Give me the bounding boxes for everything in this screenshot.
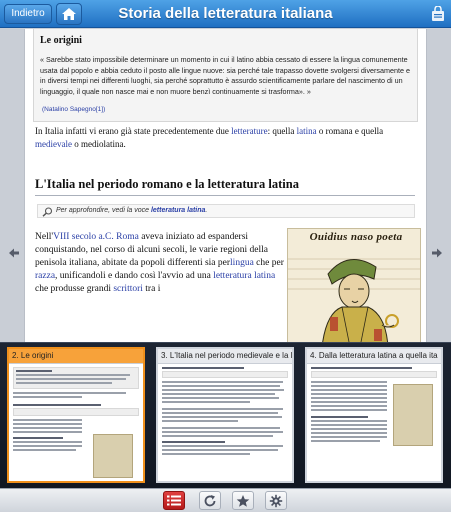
text-run: che produsse grandi: [35, 284, 114, 294]
thumbnail-preview: [158, 364, 292, 460]
quote-text: « Sarebbe stato impossibile determinare …: [40, 55, 410, 96]
text-run: o romana e quella: [316, 126, 384, 136]
text-run: In Italia infatti vi erano già state pre…: [35, 126, 232, 136]
settings-icon: [269, 494, 283, 508]
section-thumbnail-strip: 2. Le origini 3. L'Italia nel periodo me…: [0, 342, 451, 488]
next-page-arrow[interactable]: [431, 247, 443, 262]
quote-box: Le origini « Sarebbe stato impossibile d…: [33, 29, 418, 122]
text-run: Nell': [35, 232, 54, 242]
magnifier-icon: [42, 207, 53, 217]
see-also-prefix: Per approfondire, vedi la voce: [56, 207, 151, 214]
thumbnail-label: 3. L'Italia nel periodo medievale e la l…: [158, 349, 292, 364]
thumbnail-section-4[interactable]: 4. Dalla letteratura latina a quella ita: [305, 347, 443, 483]
ovid-portrait-icon: [288, 258, 420, 342]
text-run: , unificandoli e dando così l'avvio ad u…: [55, 271, 214, 281]
text-run: che per: [253, 258, 284, 268]
see-also-suffix: .: [205, 207, 208, 214]
section-heading: L'Italia nel periodo romano e la lettera…: [35, 177, 415, 196]
thumbnail-preview: [307, 364, 441, 447]
link-letteratura-latina-2[interactable]: letteratura latina: [213, 271, 275, 281]
link-medievale[interactable]: medievale: [35, 139, 72, 149]
paragraph-intro: In Italia infatti vi erano già state pre…: [35, 125, 415, 150]
refresh-button[interactable]: [199, 491, 221, 510]
link-roma[interactable]: Roma: [116, 232, 139, 242]
bookmark-button[interactable]: [232, 491, 254, 510]
refresh-icon: [204, 495, 216, 507]
ovid-woodcut-image[interactable]: Ouidius naso poeta: [287, 228, 421, 342]
arrow-right-icon: [432, 248, 442, 258]
thumbnail-label: 2. Le origini: [9, 349, 143, 364]
text-run: : quella: [267, 126, 297, 136]
thumbnail-label: 4. Dalla letteratura latina a quella ita: [307, 349, 441, 364]
see-also-box: Per approfondire, vedi la voce letteratu…: [37, 204, 415, 218]
link-letterature[interactable]: letterature: [231, 126, 267, 136]
arrow-left-icon: [9, 248, 19, 258]
link-lingua[interactable]: lingua: [230, 258, 254, 268]
quote-author-link[interactable]: (Natalino Sapegno[1]): [42, 106, 105, 113]
thumbnail-section-2[interactable]: 2. Le origini: [7, 347, 145, 483]
contents-button[interactable]: [163, 491, 185, 510]
thumbnail-preview: [9, 364, 143, 478]
star-icon: [236, 495, 250, 507]
shopping-bag-icon: [432, 5, 444, 21]
store-button[interactable]: [431, 5, 445, 22]
settings-button[interactable]: [265, 491, 287, 510]
text-run: tra i: [142, 284, 161, 294]
article-page: Le origini « Sarebbe stato impossibile d…: [24, 29, 427, 342]
text-run: o mediolatina.: [71, 138, 126, 149]
link-viii-secolo[interactable]: VIII secolo a.C.: [53, 232, 114, 242]
thumbnail-section-3[interactable]: 3. L'Italia nel periodo medievale e la l…: [156, 347, 294, 483]
paragraph-roman-period: Nell'VIII secolo a.C. Roma aveva iniziat…: [35, 231, 290, 296]
back-button[interactable]: Indietro: [4, 4, 52, 24]
link-latina[interactable]: latina: [297, 126, 317, 136]
bottom-toolbar: [0, 488, 451, 512]
link-letteratura-latina[interactable]: letteratura latina: [151, 207, 205, 214]
list-icon: [167, 495, 181, 506]
home-button[interactable]: [56, 3, 82, 25]
link-razza[interactable]: razza: [35, 271, 55, 281]
home-icon: [62, 8, 76, 20]
previous-page-arrow[interactable]: [8, 247, 20, 262]
top-bar: Indietro Storia della letteratura italia…: [0, 0, 451, 28]
quote-title: Le origini: [40, 35, 82, 46]
link-scrittori[interactable]: scrittori: [113, 284, 143, 294]
